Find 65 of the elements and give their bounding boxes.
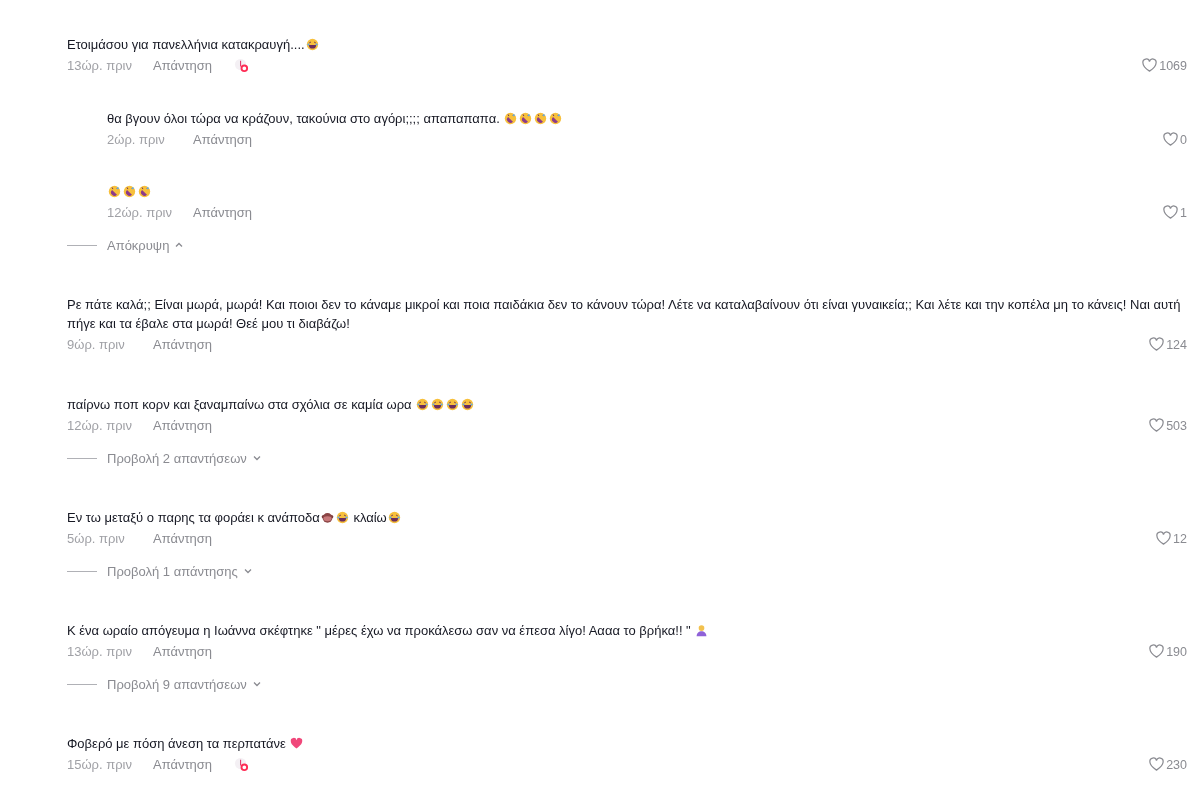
comment-time: 2ώρ. πριν	[107, 132, 166, 147]
reply-link[interactable]: Απάντηση	[153, 757, 213, 772]
replies-toggle[interactable]: Προβολή 1 απάντησης	[107, 563, 253, 579]
laughing-emoji-icon	[416, 398, 430, 411]
like-count: 190	[1166, 644, 1187, 659]
rolling-laughing-emoji-icon	[549, 112, 563, 125]
laughing-emoji-icon	[387, 511, 401, 524]
rolling-laughing-emoji-icon	[108, 185, 121, 198]
comment-time: 15ώρ. πριν	[67, 757, 133, 772]
laughing-emoji-icon	[461, 398, 475, 411]
rolling-laughing-emoji-icon	[123, 185, 136, 198]
caret-icon	[174, 240, 185, 250]
heart-icon[interactable]	[1149, 337, 1165, 352]
reply-link[interactable]: Απάντηση	[153, 644, 213, 659]
laughing-emoji-icon	[305, 38, 319, 51]
reply-link[interactable]: Απάντηση	[153, 418, 213, 433]
comment-text: Φοβερό με πόση άνεση τα περπατάνε	[67, 736, 287, 751]
monkey-emoji-icon	[320, 511, 334, 524]
rolling-laughing-emoji-icon	[504, 112, 518, 125]
like-count: 503	[1166, 418, 1187, 433]
comment-time: 5ώρ. πριν	[67, 531, 126, 546]
heart-icon[interactable]	[1142, 58, 1158, 73]
like-count: 0	[1180, 132, 1187, 147]
heart-emoji-icon	[290, 737, 304, 750]
like-count: 124	[1166, 337, 1187, 352]
laughing-emoji-icon	[335, 511, 349, 524]
comment-time: 9ώρ. πριν	[67, 337, 126, 352]
like-count: 12	[1173, 531, 1187, 546]
heart-icon[interactable]	[1149, 757, 1165, 772]
replies-toggle[interactable]: Προβολή 2 απαντήσεων	[107, 450, 262, 466]
comment-text: Ετοιμάσου για πανελλήνια κατακραυγή....	[67, 37, 305, 52]
comment-time: 13ώρ. πριν	[67, 58, 133, 73]
caret-icon	[251, 679, 262, 689]
caret-icon	[251, 453, 262, 463]
comment-time: 13ώρ. πριν	[67, 644, 133, 659]
comment-text: Ρε πάτε καλά;; Είναι μωρά, μωρά! Και ποιοι δεν το κάναμε μικροί και ποια παιδάκια δεν το κάνουν τώρα! Λέτε να καταλαβαίνουν ότι είναι γυναικεία;; Και λέτε και την κοπέλα μη το κάνεις! Ναι αυτή πήγε και τα έβαλε στα μωρά! Θεέ μου τι διαβάζω!	[67, 297, 1181, 331]
reply-link[interactable]: Απάντηση	[153, 58, 213, 73]
reply-link[interactable]: Απάντηση	[153, 337, 213, 352]
comment-text: Κ ένα ωραίο απόγευμα η Ιωάννα σκέφτηκε " μέρες έχω να προκάλεσω σαν να έπεσα λίγο! Αααα το βρήκα!! "	[67, 623, 692, 638]
comment-text: κλαίω	[352, 510, 387, 525]
comment-time: 12ώρ. πριν	[107, 205, 173, 220]
rolling-laughing-emoji-icon	[534, 112, 548, 125]
reply-link[interactable]: Απάντηση	[153, 531, 213, 546]
laughing-emoji-icon	[431, 398, 445, 411]
comment-text: παίρνω ποπ κορν και ξαναμπαίνω στα σχόλια σε καμία ωρα	[67, 397, 413, 412]
rolling-laughing-emoji-icon	[138, 185, 151, 198]
replies-toggle[interactable]: Απόκρυψη	[107, 237, 185, 253]
rolling-laughing-emoji-icon	[519, 112, 533, 125]
heart-icon[interactable]	[1163, 132, 1179, 147]
reply-text: θα βγουν όλοι τώρα να κράζουν, τακούνια στο αγόρι;;;; απαπαπαπα.	[107, 111, 501, 126]
replies-toggle[interactable]: Προβολή 9 απαντήσεων	[107, 676, 262, 692]
reply-link[interactable]: Απάντηση	[193, 205, 253, 220]
person-emoji-icon	[695, 624, 709, 637]
laughing-emoji-icon	[446, 398, 460, 411]
like-count: 1069	[1159, 58, 1187, 73]
comment-text: Εν τω μεταξύ ο παρης τα φοράει κ ανάποδα	[67, 510, 320, 525]
comment-time: 12ώρ. πριν	[67, 418, 133, 433]
reply-link[interactable]: Απάντηση	[193, 132, 253, 147]
heart-icon[interactable]	[1163, 205, 1179, 220]
like-count: 230	[1166, 757, 1187, 772]
like-count: 1	[1180, 205, 1187, 220]
heart-icon[interactable]	[1149, 418, 1165, 433]
heart-icon[interactable]	[1149, 644, 1165, 659]
heart-icon[interactable]	[1156, 531, 1172, 546]
caret-icon	[242, 566, 253, 576]
